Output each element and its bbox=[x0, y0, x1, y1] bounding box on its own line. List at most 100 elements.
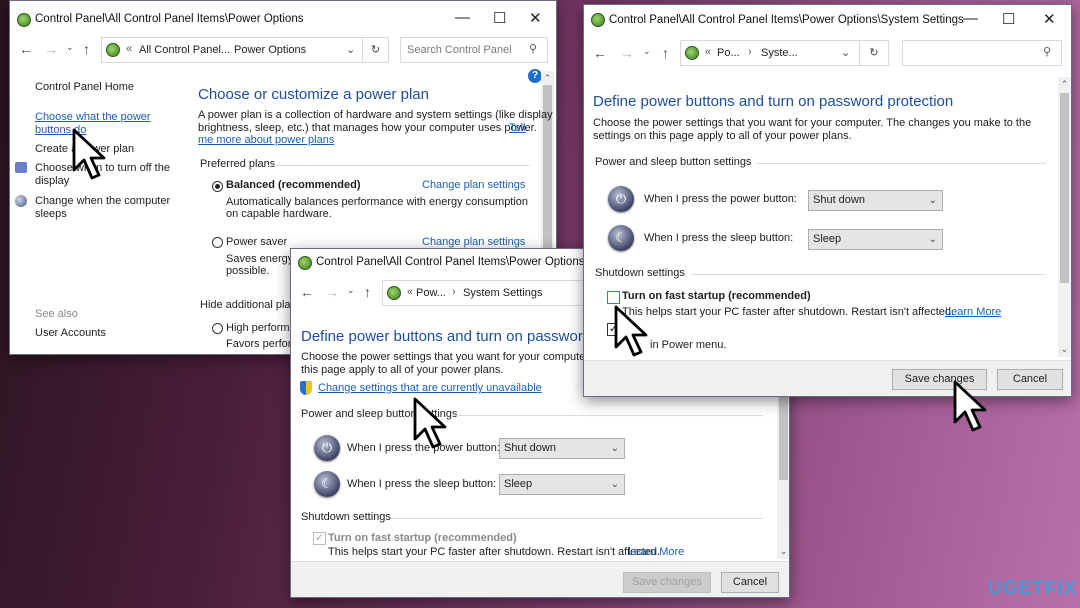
back-arrow-icon[interactable]: ← bbox=[19, 41, 33, 57]
window-title: Control Panel\All Control Panel Items\Po… bbox=[35, 13, 304, 25]
plan-name: High performa bbox=[226, 322, 296, 334]
uac-shield-icon bbox=[300, 381, 312, 395]
up-arrow-icon[interactable]: ↑ bbox=[83, 41, 90, 57]
scroll-up-icon[interactable]: ⌃ bbox=[541, 73, 554, 84]
minimize-button[interactable]: — bbox=[963, 10, 978, 27]
description: A power plan is a collection of hardware… bbox=[198, 109, 553, 121]
address-bar[interactable]: « Po... › Syste... ⌄ bbox=[680, 40, 860, 66]
turn-off-display-link[interactable]: display bbox=[35, 175, 69, 187]
description: this page apply to all of your power pla… bbox=[301, 364, 504, 376]
choose-power-buttons-link[interactable]: Choose what the power bbox=[35, 111, 151, 123]
cancel-button[interactable]: Cancel bbox=[721, 572, 779, 593]
forward-arrow-icon[interactable]: → bbox=[325, 284, 339, 300]
plan-description: Automatically balances performance with … bbox=[226, 196, 529, 208]
mouse-pointer-icon bbox=[413, 397, 447, 449]
scroll-up-icon[interactable]: ⌃ bbox=[1058, 79, 1071, 90]
section-label: Power and sleep button settings bbox=[595, 156, 752, 168]
cancel-button[interactable]: Cancel bbox=[997, 369, 1063, 390]
control-panel-home-link[interactable]: Control Panel Home bbox=[35, 81, 134, 93]
refresh-button[interactable]: ↻ bbox=[859, 40, 889, 66]
back-arrow-icon[interactable]: ← bbox=[593, 45, 607, 61]
sleep-button-label: When I press the sleep button: bbox=[347, 478, 497, 490]
user-accounts-link[interactable]: User Accounts bbox=[35, 327, 106, 339]
close-button[interactable]: ✕ bbox=[1043, 10, 1056, 28]
control-panel-icon bbox=[17, 13, 31, 27]
show-in-power-menu-label: in Power menu. bbox=[650, 339, 727, 351]
breadcrumb-item[interactable]: System Settings bbox=[463, 287, 542, 299]
breadcrumb-item[interactable]: Syste... bbox=[761, 47, 798, 59]
learn-more-link[interactable]: Learn More bbox=[628, 546, 684, 558]
computer-sleeps-link[interactable]: Change when the computer bbox=[35, 195, 170, 207]
fast-startup-label: Turn on fast startup (recommended) bbox=[328, 532, 517, 544]
back-arrow-icon[interactable]: ← bbox=[300, 284, 314, 300]
forward-arrow-icon[interactable]: → bbox=[620, 45, 634, 61]
mouse-pointer-icon bbox=[614, 305, 648, 357]
plan-description: possible. bbox=[226, 265, 270, 277]
sleep-button-select[interactable]: Sleep ⌄ bbox=[808, 229, 943, 250]
see-also-label: See also bbox=[35, 308, 78, 320]
search-input[interactable]: Search Control Panel ⚲ bbox=[400, 37, 548, 63]
scrollbar[interactable]: ⌃ ⌄ bbox=[1058, 77, 1071, 357]
select-value: Sleep bbox=[504, 478, 533, 490]
breadcrumb-separator-icon: › bbox=[452, 286, 456, 298]
recent-chevron-icon[interactable]: ⌄ bbox=[66, 42, 74, 53]
ugetfix-watermark-logo: UGETFIX bbox=[988, 578, 1077, 600]
help-icon[interactable]: ? bbox=[528, 69, 542, 83]
address-dropdown-icon[interactable]: ⌄ bbox=[841, 46, 850, 59]
power-button-select[interactable]: Shut down ⌄ bbox=[808, 190, 943, 211]
window-title: Control Panel\All Control Panel Items\Po… bbox=[609, 14, 964, 26]
section-label: Shutdown settings bbox=[301, 511, 391, 523]
control-panel-icon bbox=[591, 13, 605, 27]
breadcrumb-item[interactable]: Pow... bbox=[416, 287, 446, 299]
minimize-button[interactable]: — bbox=[455, 9, 470, 26]
fast-startup-checkbox[interactable] bbox=[607, 291, 620, 304]
select-value: Sleep bbox=[813, 233, 842, 245]
address-bar[interactable]: « All Control Panel... › Power Options ⌄ bbox=[101, 37, 363, 63]
power-button-select[interactable]: Shut down ⌄ bbox=[499, 438, 625, 459]
search-icon[interactable]: ⚲ bbox=[529, 42, 537, 55]
change-plan-settings-link[interactable]: Change plan settings bbox=[422, 179, 525, 191]
plan-name: Balanced (recommended) bbox=[226, 179, 361, 191]
up-arrow-icon[interactable]: ↑ bbox=[662, 45, 669, 61]
change-unavailable-settings-link[interactable]: Change settings that are currently unava… bbox=[318, 382, 542, 394]
search-placeholder: Search Control Panel bbox=[407, 44, 512, 56]
forward-arrow-icon[interactable]: → bbox=[44, 41, 58, 57]
learn-more-link[interactable]: Learn More bbox=[945, 306, 1001, 318]
high-performance-radio[interactable] bbox=[212, 323, 223, 334]
tell-me-more-link[interactable]: Tell bbox=[509, 122, 526, 134]
power-button-icon: ⏻ bbox=[314, 435, 340, 461]
fast-startup-description: This helps start your PC faster after sh… bbox=[328, 546, 661, 558]
sleep-button-select[interactable]: Sleep ⌄ bbox=[499, 474, 625, 495]
recent-chevron-icon[interactable]: ⌄ bbox=[643, 46, 651, 57]
search-input[interactable]: ⚲ bbox=[902, 40, 1062, 66]
breadcrumb-item[interactable]: Power Options bbox=[234, 44, 306, 56]
close-button[interactable]: ✕ bbox=[529, 9, 542, 27]
breadcrumb-item[interactable]: Po... bbox=[717, 47, 740, 59]
hide-additional-plans-label[interactable]: Hide additional plan bbox=[200, 299, 297, 311]
watermark-text: UGETFIX bbox=[988, 578, 1078, 599]
tell-me-more-link[interactable]: me more about power plans bbox=[198, 134, 334, 146]
mouse-pointer-icon bbox=[72, 128, 106, 180]
scroll-down-icon[interactable]: ⌄ bbox=[777, 546, 789, 557]
plan-name: Power saver bbox=[226, 236, 288, 248]
search-icon[interactable]: ⚲ bbox=[1043, 45, 1051, 58]
maximize-button[interactable]: ☐ bbox=[1002, 10, 1015, 28]
plan-description: on capable hardware. bbox=[226, 208, 332, 220]
select-value: Shut down bbox=[813, 194, 865, 206]
address-dropdown-icon[interactable]: ⌄ bbox=[346, 43, 355, 56]
refresh-button[interactable]: ↻ bbox=[362, 37, 389, 63]
overflow-icon: « bbox=[705, 46, 712, 58]
change-plan-settings-link[interactable]: Change plan settings bbox=[422, 236, 525, 248]
save-changes-button[interactable]: Save changes bbox=[623, 572, 711, 593]
breadcrumb-separator-icon: › bbox=[215, 43, 219, 55]
fast-startup-checkbox[interactable]: ✓ bbox=[313, 532, 326, 545]
up-arrow-icon[interactable]: ↑ bbox=[364, 284, 371, 300]
maximize-button[interactable]: ☐ bbox=[493, 9, 506, 27]
power-saver-radio[interactable] bbox=[212, 237, 223, 248]
balanced-radio[interactable] bbox=[212, 181, 223, 192]
overflow-icon: « bbox=[126, 43, 133, 55]
recent-chevron-icon[interactable]: ⌄ bbox=[347, 285, 355, 296]
power-button-label: When I press the power button: bbox=[644, 193, 797, 205]
scroll-down-icon[interactable]: ⌄ bbox=[1058, 344, 1071, 355]
computer-sleeps-link[interactable]: sleeps bbox=[35, 208, 67, 220]
